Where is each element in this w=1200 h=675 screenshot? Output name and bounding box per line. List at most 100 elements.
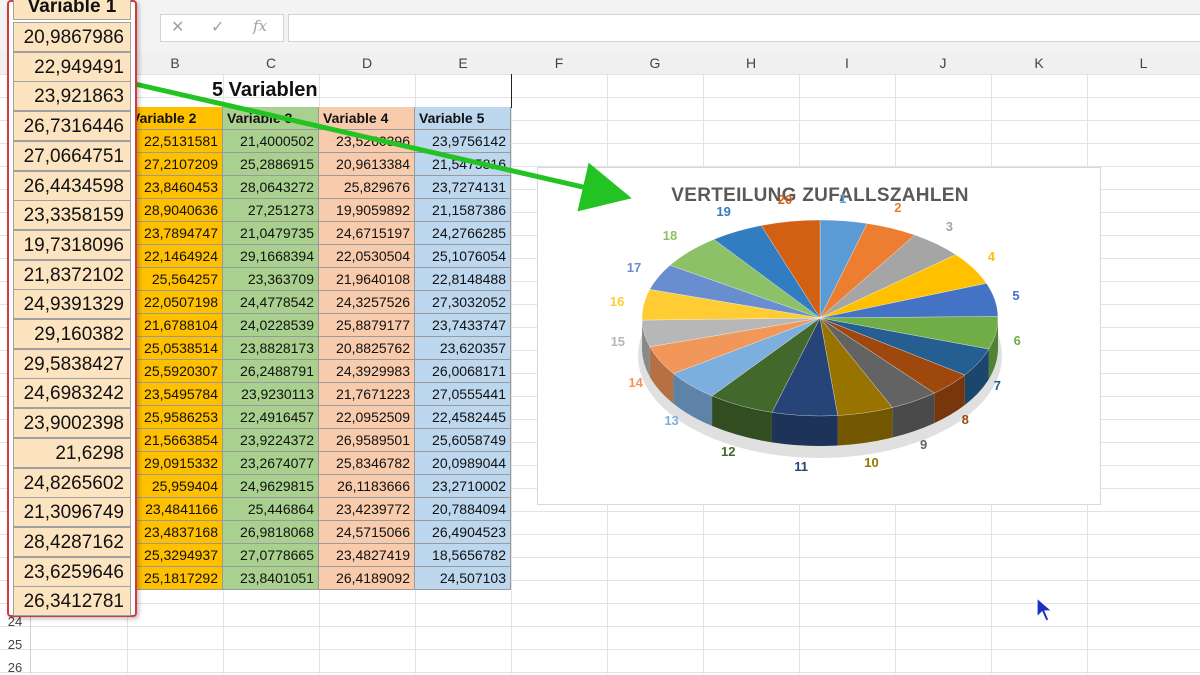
table-cell[interactable]: 25,8879177 xyxy=(319,314,415,337)
table-cell[interactable]: 27,0555441 xyxy=(415,383,511,406)
table-cell[interactable]: 24,4778542 xyxy=(223,291,319,314)
table-cell[interactable]: 25,5920307 xyxy=(127,360,223,383)
table-cell[interactable]: 23,2674077 xyxy=(223,452,319,475)
table-cell[interactable]: 24,507103 xyxy=(415,567,511,590)
table-cell[interactable]: 25,3294937 xyxy=(127,544,223,567)
table-cell[interactable]: 20,0989044 xyxy=(415,452,511,475)
table-cell[interactable]: 26,9818068 xyxy=(223,521,319,544)
formula-input[interactable] xyxy=(288,14,1200,42)
table-cell[interactable]: 24,6715197 xyxy=(319,222,415,245)
table-cell[interactable]: 23,4841166 xyxy=(127,498,223,521)
table-cell[interactable]: 19,9059892 xyxy=(319,199,415,222)
column-header-h[interactable]: H xyxy=(703,52,800,75)
table-cell[interactable]: 21,0479735 xyxy=(223,222,319,245)
table-cell[interactable]: 22,0530504 xyxy=(319,245,415,268)
table-cell[interactable]: 22,1464924 xyxy=(127,245,223,268)
table-cell[interactable]: 21,7671223 xyxy=(319,383,415,406)
table-cell[interactable]: 25,0538514 xyxy=(127,337,223,360)
table-cell[interactable]: 23,2710002 xyxy=(415,475,511,498)
table-header-cell[interactable]: Variable 2 xyxy=(127,107,223,130)
column-header-i[interactable]: I xyxy=(799,52,896,75)
column-header-c[interactable]: C xyxy=(223,52,320,75)
table-cell[interactable]: 23,620357 xyxy=(415,337,511,360)
table-cell[interactable]: 25,1076054 xyxy=(415,245,511,268)
table-cell[interactable]: 23,9756142 xyxy=(415,130,511,153)
table-cell[interactable]: 24,0228539 xyxy=(223,314,319,337)
table-cell[interactable]: 24,3929983 xyxy=(319,360,415,383)
table-cell[interactable]: 27,2107209 xyxy=(127,153,223,176)
column-header-b[interactable]: B xyxy=(127,52,224,75)
enter-icon[interactable]: ✓ xyxy=(211,17,224,37)
table-cell[interactable]: 20,7884094 xyxy=(415,498,511,521)
table-cell[interactable]: 25,446864 xyxy=(223,498,319,521)
table-cell[interactable]: 25,1817292 xyxy=(127,567,223,590)
table-cell[interactable]: 23,7894747 xyxy=(127,222,223,245)
table-header-cell[interactable]: Variable 4 xyxy=(319,107,415,130)
table-cell[interactable]: 23,8828173 xyxy=(223,337,319,360)
table-cell[interactable]: 25,9586253 xyxy=(127,406,223,429)
table-cell[interactable]: 23,5260396 xyxy=(319,130,415,153)
table-cell[interactable]: 24,2766285 xyxy=(415,222,511,245)
table-cell[interactable]: 23,8460453 xyxy=(127,176,223,199)
table-cell[interactable]: 21,1587386 xyxy=(415,199,511,222)
table-cell[interactable]: 23,8401051 xyxy=(223,567,319,590)
table-cell[interactable]: 21,5475816 xyxy=(415,153,511,176)
function-icon[interactable]: fx xyxy=(253,17,267,35)
column-header-j[interactable]: J xyxy=(895,52,992,75)
table-cell[interactable]: 23,4239772 xyxy=(319,498,415,521)
table-cell[interactable]: 26,0068171 xyxy=(415,360,511,383)
table-cell[interactable]: 26,4189092 xyxy=(319,567,415,590)
table-cell[interactable]: 24,3257526 xyxy=(319,291,415,314)
table-cell[interactable]: 21,9640108 xyxy=(319,268,415,291)
table-cell[interactable]: 21,4000502 xyxy=(223,130,319,153)
table-cell[interactable]: 26,2488791 xyxy=(223,360,319,383)
row-number[interactable]: 25 xyxy=(0,637,30,652)
table-cell[interactable]: 23,7433747 xyxy=(415,314,511,337)
column-header-l[interactable]: L xyxy=(1087,52,1200,75)
column-header-k[interactable]: K xyxy=(991,52,1088,75)
table-cell[interactable]: 28,0643272 xyxy=(223,176,319,199)
table-cell[interactable]: 25,829676 xyxy=(319,176,415,199)
table-cell[interactable]: 22,4582445 xyxy=(415,406,511,429)
table-cell[interactable]: 26,1183666 xyxy=(319,475,415,498)
table-cell[interactable]: 25,2886915 xyxy=(223,153,319,176)
table-cell[interactable]: 24,5715066 xyxy=(319,521,415,544)
pie-chart[interactable]: VERTEILUNG ZUFALLSZAHLEN 123456789101112… xyxy=(537,167,1101,505)
table-cell[interactable]: 20,8825762 xyxy=(319,337,415,360)
table-cell[interactable]: 25,959404 xyxy=(127,475,223,498)
table-cell[interactable]: 23,7274131 xyxy=(415,176,511,199)
table-cell[interactable]: 29,1668394 xyxy=(223,245,319,268)
table-cell[interactable]: 23,4837168 xyxy=(127,521,223,544)
table-cell[interactable]: 26,9589501 xyxy=(319,429,415,452)
table-cell[interactable]: 28,9040636 xyxy=(127,199,223,222)
row-number[interactable]: 26 xyxy=(0,660,30,675)
table-cell[interactable]: 29,0915332 xyxy=(127,452,223,475)
table-cell[interactable]: 25,564257 xyxy=(127,268,223,291)
table-cell[interactable]: 24,9629815 xyxy=(223,475,319,498)
table-cell[interactable]: 27,251273 xyxy=(223,199,319,222)
cancel-icon[interactable]: ✕ xyxy=(171,17,184,37)
table-header-cell[interactable]: Variable 3 xyxy=(223,107,319,130)
table-cell[interactable]: 25,6058749 xyxy=(415,429,511,452)
table-cell[interactable]: 22,5131581 xyxy=(127,130,223,153)
table-cell[interactable]: 26,4904523 xyxy=(415,521,511,544)
table-cell[interactable]: 21,5663854 xyxy=(127,429,223,452)
column-header-e[interactable]: E xyxy=(415,52,512,75)
table-cell[interactable]: 22,8148488 xyxy=(415,268,511,291)
table-cell[interactable]: 25,8346782 xyxy=(319,452,415,475)
table-cell[interactable]: 23,5495784 xyxy=(127,383,223,406)
table-cell[interactable]: 23,4827419 xyxy=(319,544,415,567)
column-header-d[interactable]: D xyxy=(319,52,416,75)
table-cell[interactable]: 18,5656782 xyxy=(415,544,511,567)
table-cell[interactable]: 23,9230113 xyxy=(223,383,319,406)
table-cell[interactable]: 23,9224372 xyxy=(223,429,319,452)
table-cell[interactable]: 23,363709 xyxy=(223,268,319,291)
table-header-cell[interactable]: Variable 5 xyxy=(415,107,511,130)
table-cell[interactable]: 21,6788104 xyxy=(127,314,223,337)
table-cell[interactable]: 22,4916457 xyxy=(223,406,319,429)
table-cell[interactable]: 20,9613384 xyxy=(319,153,415,176)
table-cell[interactable]: 27,3032052 xyxy=(415,291,511,314)
table-cell[interactable]: 22,0952509 xyxy=(319,406,415,429)
table-cell[interactable]: 22,0507198 xyxy=(127,291,223,314)
table-cell[interactable]: 27,0778665 xyxy=(223,544,319,567)
